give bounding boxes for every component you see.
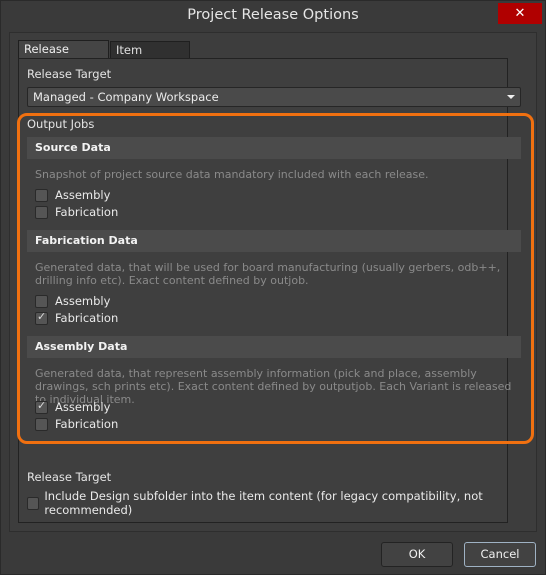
checkbox-label: Fabrication <box>55 205 119 219</box>
checkbox[interactable] <box>35 205 48 219</box>
checkbox[interactable]: ✓ <box>35 398 48 414</box>
fabrication-data-header: Fabrication Data <box>27 230 521 252</box>
source-data-header: Source Data <box>27 137 521 159</box>
check-icon: ✓ <box>37 309 47 323</box>
source-assembly-checkbox[interactable]: Assembly <box>35 187 110 203</box>
check-icon: ✓ <box>37 398 47 412</box>
project-release-options-dialog: Project Release Options ✕ Release Option… <box>0 0 546 575</box>
include-design-subfolder-checkbox[interactable]: Include Design subfolder into the item c… <box>27 489 545 517</box>
fabrication-data-description: Generated data, that will be used for bo… <box>35 261 501 287</box>
checkbox-label: Assembly <box>55 294 111 308</box>
chevron-down-icon <box>507 95 515 99</box>
checkbox[interactable] <box>27 496 40 510</box>
tab-release-options[interactable]: Release Options <box>18 40 109 73</box>
cancel-button[interactable]: Cancel <box>464 542 536 567</box>
fabrication-data-title: Fabrication Data <box>35 234 138 247</box>
output-jobs-label: Output Jobs <box>27 117 95 131</box>
checkbox-label: Include Design subfolder into the item c… <box>44 489 483 517</box>
fabrication-assembly-checkbox[interactable]: Assembly <box>35 293 110 309</box>
checkbox[interactable] <box>35 294 48 308</box>
close-button[interactable]: ✕ <box>498 3 542 24</box>
assembly-assembly-checkbox[interactable]: ✓ Assembly <box>35 399 110 415</box>
checkbox[interactable]: ✓ <box>35 309 48 325</box>
dialog-title: Project Release Options <box>187 7 359 23</box>
release-target-value: Managed - Company Workspace <box>33 90 219 104</box>
ok-button[interactable]: OK <box>381 542 453 567</box>
checkbox-label: Assembly <box>55 400 111 414</box>
source-data-title: Source Data <box>35 141 111 154</box>
checkbox[interactable] <box>35 417 48 431</box>
assembly-data-header: Assembly Data <box>27 336 521 358</box>
assembly-data-title: Assembly Data <box>35 340 128 353</box>
source-fabrication-checkbox[interactable]: Fabrication <box>35 204 118 220</box>
title-bar: Project Release Options ✕ <box>1 1 545 32</box>
checkbox-label: Assembly <box>55 188 111 202</box>
fabrication-fabrication-checkbox[interactable]: ✓ Fabrication <box>35 310 118 326</box>
release-target-dropdown[interactable]: Managed - Company Workspace <box>27 87 521 107</box>
release-target-label: Release Target <box>27 67 112 81</box>
assembly-fabrication-checkbox[interactable]: Fabrication <box>35 416 118 432</box>
release-target-bottom-label: Release Target <box>27 470 112 484</box>
close-icon: ✕ <box>514 6 526 21</box>
source-data-description: Snapshot of project source data mandator… <box>35 168 429 181</box>
checkbox-label: Fabrication <box>55 311 119 325</box>
checkbox[interactable] <box>35 188 48 202</box>
checkbox-label: Fabrication <box>55 417 119 431</box>
tab-item-naming[interactable]: Item Naming <box>110 41 190 74</box>
